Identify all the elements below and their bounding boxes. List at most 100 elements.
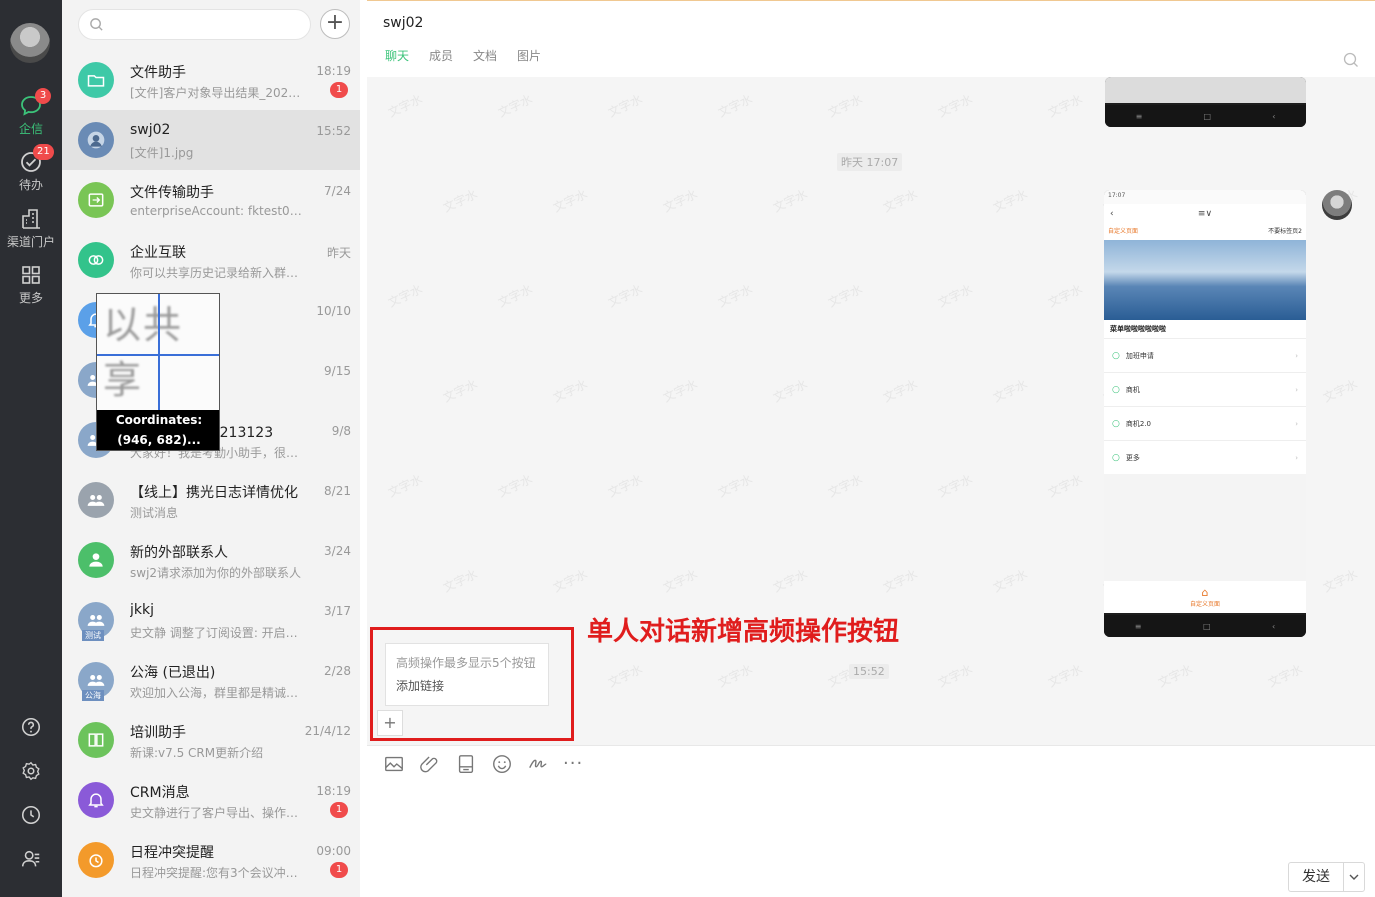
nav-back-icon: ‹ (1272, 111, 1276, 121)
watermark-text: 文字水 (1045, 281, 1085, 310)
grid-icon (22, 266, 40, 284)
conversation-time: 15:52 (316, 124, 351, 138)
emoji-icon[interactable] (491, 753, 513, 775)
conversation-time: 10/10 (316, 304, 351, 318)
quick-op-add-link[interactable]: 添加链接 (396, 675, 538, 698)
group-tag: 公海 (82, 690, 104, 701)
nav-item-channel-portal[interactable]: 渠道门户 (0, 207, 62, 250)
conversation-item[interactable]: 新的外部联系人 swj2请求添加为你的外部联系人 3/24 (62, 530, 360, 590)
tab-members[interactable]: 成员 (429, 47, 453, 64)
phone-status-time: 17:07 (1108, 192, 1126, 199)
send-button[interactable]: 发送 (1288, 862, 1365, 892)
conversation-item[interactable]: 【线上】携光日志详情优化 测试消息 8/21 (62, 470, 360, 530)
watermark-text: 文字水 (990, 186, 1030, 215)
conversation-item[interactable]: 公海 (已退出) 欢迎加入公海，群里都是精诚… 2/28 公海 (62, 650, 360, 710)
conversation-item[interactable]: swj02 [文件]1.jpg 15:52 (62, 110, 360, 170)
conversation-time: 3/17 (324, 604, 351, 618)
conversation-name: 公海 (已退出) (130, 665, 216, 681)
nav-home-icon: □ (1202, 621, 1211, 631)
tab-docs[interactable]: 文档 (473, 47, 497, 64)
watermark-text: 文字水 (660, 566, 700, 595)
phone-menu-icon: ○ (1112, 384, 1120, 395)
settings-button[interactable] (0, 760, 62, 786)
watermark-text: 文字水 (935, 471, 975, 500)
watermark-text: 文字水 (1265, 661, 1305, 690)
phone-menu-label: 商机2.0 (1125, 419, 1151, 428)
history-button[interactable] (0, 804, 62, 830)
crosshair-vertical (158, 294, 160, 412)
search-input[interactable] (78, 9, 311, 40)
conversation-item[interactable]: 文件助手 [文件]客户对象导出结果_202… 18:19 1 (62, 50, 360, 110)
conversation-preview: [文件]客户对象导出结果_202… (130, 86, 301, 100)
conversation-item[interactable]: 日程冲突提醒 日程冲突提醒:您有3个会议冲… 09:00 1 (62, 830, 360, 890)
phone-menu-title: 菜单啦啦啦啦啦啦 (1104, 320, 1306, 338)
tab-images[interactable]: 图片 (517, 47, 541, 64)
folder-icon (87, 75, 105, 87)
user-avatar[interactable] (10, 23, 50, 63)
crosshair-horizontal (97, 354, 219, 356)
chat-search-icon[interactable] (1343, 52, 1359, 68)
phone-navbar: ≡ □ ‹ (1105, 105, 1306, 127)
conversation-item[interactable]: 文件传输助手 enterpriseAccount: fktest080 … 7/24 (62, 170, 360, 230)
link-icon (88, 255, 104, 265)
chat-title: swj02 (383, 15, 424, 31)
watermark-text: 文字水 (495, 281, 535, 310)
nav-badge-todo: 21 (33, 144, 54, 160)
conversation-item[interactable]: 培训助手 新课:v7.5 CRM更新介绍 21/4/12 (62, 710, 360, 770)
watermark-text: 文字水 (770, 376, 810, 405)
conversation-item[interactable]: 企业互联 你可以共享历史记录给新入群… 昨天 (62, 230, 360, 290)
watermark-text: 文字水 (935, 91, 975, 120)
conversation-item[interactable]: jkkj 史文静 调整了订阅设置: 开启… 3/17 测试 (62, 590, 360, 650)
watermark-text: 文字水 (385, 471, 425, 500)
archive-icon[interactable] (455, 753, 477, 775)
watermark-text: 文字水 (550, 376, 590, 405)
send-label[interactable]: 发送 (1289, 863, 1344, 891)
nav-item-todo[interactable]: 21 待办 (0, 144, 62, 193)
watermark-text: 文字水 (715, 471, 755, 500)
message-area[interactable]: 文字水 文字水 文字水 文字水 文字水 文字水 文字水 文字水 文字水 文字水 文字水 文字水 文字水文… (367, 77, 1375, 745)
send-options-chevron-icon[interactable] (1344, 863, 1364, 891)
conversation-preview: 史文静进行了客户导出、操作… (130, 806, 299, 820)
nav-home-icon: □ (1203, 111, 1212, 121)
unread-badge: 1 (330, 82, 348, 98)
quick-ops-add-button[interactable]: + (377, 710, 403, 736)
chevron-right-icon: › (1295, 453, 1298, 462)
watermark-text: 文字水 (825, 471, 865, 500)
help-button[interactable] (0, 716, 62, 742)
history-icon (21, 805, 41, 825)
chevron-right-icon: › (1295, 351, 1298, 360)
conversation-item[interactable]: CRM消息 史文静进行了客户导出、操作… 18:19 1 (62, 770, 360, 830)
watermark-text: 文字水 (935, 281, 975, 310)
conversation-preview: [文件]1.jpg (130, 146, 194, 160)
tab-chat[interactable]: 聊天 (385, 47, 409, 64)
nav-rail: 3 企信 21 待办 渠道门户 更多 (0, 0, 62, 897)
conversation-preview: 你可以共享历史记录给新入群… (130, 266, 299, 280)
sender-avatar[interactable] (1322, 190, 1352, 220)
watermark-text: 文字水 (880, 186, 920, 215)
phone-home-icon: ⌂ (1201, 586, 1209, 599)
phone-status-bar: 17:07 (1104, 190, 1306, 204)
signature-icon[interactable] (527, 753, 549, 775)
add-button[interactable]: + (320, 9, 350, 39)
watermark-text: 文字水 (715, 661, 755, 690)
more-icon[interactable]: ··· (563, 753, 583, 774)
conversation-name: CRM消息 (130, 785, 190, 801)
phone-menu-icon: ○ (1112, 350, 1120, 361)
watermark-text: 文字水 (1045, 91, 1085, 120)
conversation-avatar (78, 542, 114, 578)
image-message-previous[interactable]: ≡ □ ‹ (1105, 77, 1306, 127)
image-message-phone-screenshot[interactable]: 17:07 ‹ ≡∨ 自定义页面 不要标签页2 菜单啦啦啦啦啦啦 ○ 加班申请 › ○… (1104, 190, 1306, 637)
conversation-preview: 欢迎加入公海，群里都是精诚… (130, 686, 299, 700)
attachment-icon[interactable] (419, 753, 441, 775)
conversation-name: 文件助手 (130, 65, 186, 81)
watermark-text: 文字水 (605, 91, 645, 120)
watermark-text: 文字水 (605, 661, 645, 690)
watermark-text: 文字水 (1320, 566, 1360, 595)
conversation-avatar (78, 122, 114, 158)
nav-item-more[interactable]: 更多 (0, 263, 62, 306)
nav-item-qixin[interactable]: 3 企信 (0, 88, 62, 137)
conversation-time: 3/24 (324, 544, 351, 558)
contacts-button[interactable] (0, 848, 62, 874)
conversation-preview: 测试消息 (130, 506, 179, 520)
image-icon[interactable] (383, 753, 405, 775)
